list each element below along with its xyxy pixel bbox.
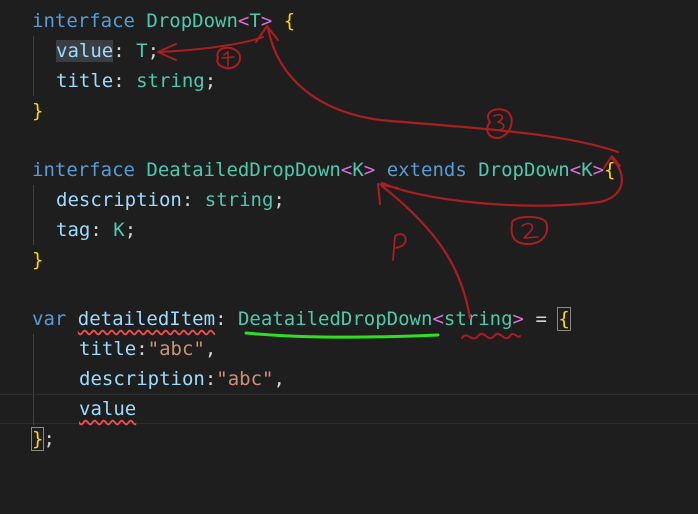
comma: , [204, 338, 217, 360]
indent-guide [33, 66, 34, 96]
type-string: string [136, 70, 205, 92]
property-title: title [79, 338, 137, 360]
property-description: description [79, 368, 205, 390]
interface-name-dropdown: DropDown [146, 10, 238, 32]
colon: : [90, 219, 102, 241]
close-brace: } [32, 100, 44, 122]
code-line-12: title:"abc", [0, 334, 698, 364]
base-interface-dropdown: DropDown [478, 159, 570, 181]
code-line-14-current[interactable]: value [0, 394, 698, 425]
property-value-error: value [79, 398, 137, 420]
code-line-13: description:"abc", [0, 364, 698, 394]
type-param-k: K [352, 159, 364, 181]
open-brace: { [604, 159, 616, 181]
code-line-6: interface DeatailedDropDown<K> extends D… [0, 155, 698, 185]
close-brace: } [32, 249, 44, 271]
interface-name-detailed: DeatailedDropDown [146, 159, 341, 181]
string-value: "abc" [147, 338, 205, 360]
colon: : [181, 189, 194, 211]
code-line-8: tag: K; [0, 215, 698, 245]
comma: , [273, 368, 285, 390]
colon: : [136, 338, 148, 360]
property-title: title [56, 70, 114, 92]
keyword-extends: extends [386, 159, 467, 181]
code-line-15: }; [0, 424, 698, 454]
open-brace: { [283, 10, 296, 32]
indent-guide [33, 364, 34, 394]
keyword-interface: interface [32, 159, 135, 181]
indent-guide [33, 36, 34, 66]
string-value: "abc" [216, 368, 274, 390]
generic-open: < [569, 159, 582, 181]
colon: : [113, 40, 125, 62]
property-value: value [56, 40, 114, 62]
colon: : [113, 70, 125, 92]
generic-close: > [363, 159, 376, 181]
indent-guide [33, 395, 34, 425]
code-line-7: description: string; [0, 185, 698, 215]
generic-close: > [260, 10, 273, 32]
indent-guide [33, 185, 34, 215]
semicolon: ; [147, 40, 160, 62]
generic-close: > [512, 308, 524, 330]
generic-open: < [340, 159, 353, 181]
type-t: T [136, 40, 148, 62]
generic-close: > [592, 159, 605, 181]
equals-sign: = [535, 308, 547, 330]
property-description: description [56, 189, 182, 211]
open-brace-matched: { [557, 307, 571, 331]
semicolon: ; [204, 70, 217, 92]
generic-open: < [432, 308, 444, 330]
type-arg-string: string [443, 308, 513, 330]
keyword-interface: interface [32, 10, 135, 32]
code-line-3: title: string; [0, 66, 698, 96]
type-param-t: T [249, 10, 261, 32]
indent-guide [33, 215, 34, 245]
type-arg-k: K [581, 159, 593, 181]
close-brace-matched: } [30, 427, 45, 451]
semicolon: ; [43, 428, 55, 450]
code-line-9: } [0, 245, 698, 275]
type-k: K [113, 219, 125, 241]
colon: : [204, 368, 217, 390]
code-line-1: interface DropDown<T> { [0, 6, 698, 36]
indent-guide [33, 334, 34, 364]
code-line-11: var detailedItem: DeatailedDropDown<stri… [0, 304, 698, 334]
keyword-var: var [32, 308, 67, 330]
colon: : [215, 308, 227, 330]
code-line-2: value: T; [0, 36, 698, 66]
property-tag: tag [56, 219, 91, 241]
semicolon: ; [273, 189, 285, 211]
generic-open: < [237, 10, 250, 32]
type-string: string [204, 189, 274, 211]
code-line-4: } [0, 96, 698, 126]
code-editor[interactable]: interface DropDown<T> { value: T; title:… [0, 0, 698, 480]
semicolon: ; [124, 219, 137, 241]
variable-detailed-item: detailedItem [77, 308, 216, 330]
type-detailed-dropdown: DeatailedDropDown [237, 308, 433, 330]
